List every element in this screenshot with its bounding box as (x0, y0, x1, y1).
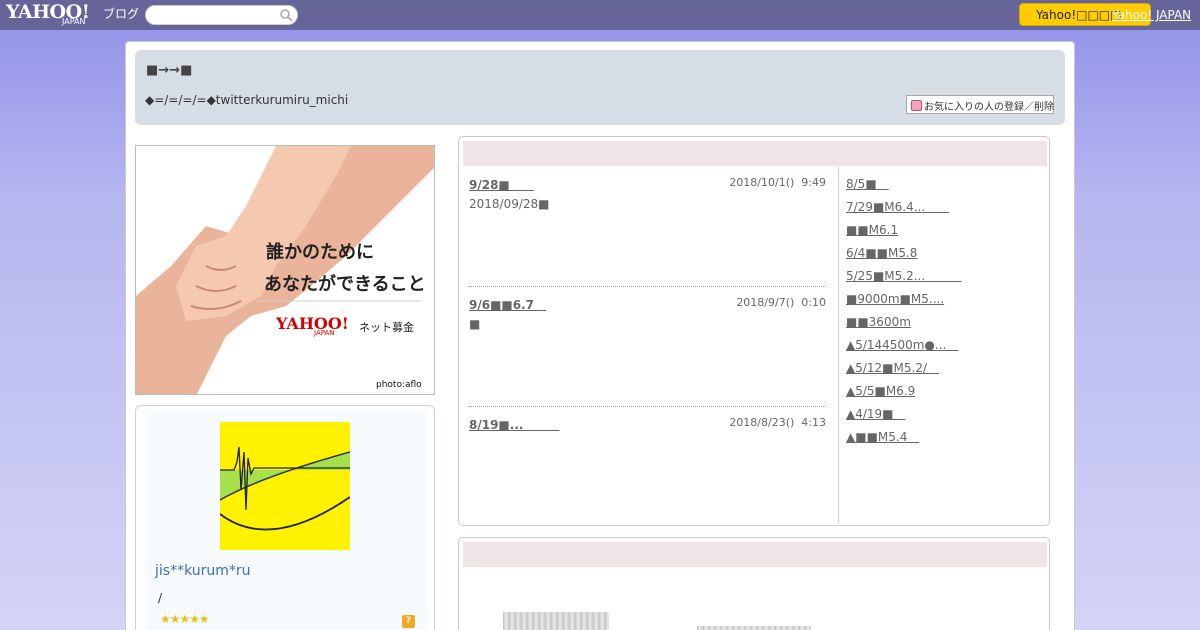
top-header: YAHOO! JAPAN ブログ Yahoo!□□□□ Yahoo! JAPAN (0, 0, 1200, 30)
help-icon[interactable]: ? (402, 615, 415, 628)
list-item: 9/28■ 2018/10/1() 9:49 2018/09/28■ (469, 167, 826, 285)
blog-banner: ■→→■ ◆=/=/=/=◆twitterkurumiru_michi お気に入… (135, 50, 1065, 125)
article-list: 9/28■ 2018/10/1() 9:49 2018/09/28■ 9/6■■… (459, 167, 839, 523)
recent-articles: 8/5■ 7/29■M6.4... ■■M6.1 6/4■■M5.8 5/25■… (846, 177, 1046, 453)
search-input[interactable] (145, 5, 298, 25)
article-date: 2018/10/1() 9:49 (729, 176, 826, 189)
gallery-thumbnail[interactable] (697, 626, 811, 630)
recent-article-link[interactable]: 6/4■■M5.8 (846, 246, 1046, 269)
ad-headline-2: あなたができること (264, 274, 426, 295)
gallery-thumbnail[interactable] (503, 612, 609, 630)
profile-box: jis**kurum*ru / ★★★★★ ? (135, 405, 435, 630)
recent-article-link[interactable]: 5/25■M5.2... (846, 269, 1046, 292)
article-title[interactable]: 9/6■■6.7 (469, 296, 546, 313)
recent-article-link[interactable]: 8/5■ (846, 177, 1046, 200)
articles-section: 9/28■ 2018/10/1() 9:49 2018/09/28■ 9/6■■… (458, 136, 1050, 526)
list-item: 9/6■■6.7 2018/9/7() 0:10 ■ (469, 286, 826, 404)
rating-stars-icon: ★★★★★ (160, 612, 210, 626)
profile-name[interactable]: jis**kurum*ru (155, 563, 251, 579)
ad-yahoo-logo-sub: JAPAN (314, 329, 335, 337)
ad-yahoo-logo: YAHOO! (276, 314, 349, 333)
section-header (463, 141, 1047, 166)
ad-photo-credit: photo:aflo (376, 380, 422, 390)
ad-headline-1: 誰かのために (266, 242, 374, 263)
blog-title[interactable]: ■→→■ (146, 63, 192, 78)
heart-icon (911, 100, 922, 111)
recent-article-link[interactable]: ▲5/5■M6.9 (846, 384, 1046, 407)
recent-article-link[interactable]: ▲5/144500m●... (846, 338, 1046, 361)
recent-article-link[interactable]: ▲5/12■M5.2/ (846, 361, 1046, 384)
section-header (463, 542, 1047, 567)
blog-label[interactable]: ブログ (103, 5, 139, 22)
article-title[interactable]: 9/28■ (469, 176, 534, 193)
yahoo-japan-link[interactable]: Yahoo! JAPAN (1112, 8, 1191, 22)
search-icon[interactable] (279, 8, 293, 22)
article-body: ■ (469, 317, 481, 331)
article-date: 2018/8/23() 4:13 (729, 416, 826, 429)
gallery-section (458, 537, 1050, 630)
recent-article-link[interactable]: ■■M6.1 (846, 223, 1046, 246)
profile-inner: jis**kurum*ru / ★★★★★ ? (145, 410, 427, 630)
blog-container: ■→→■ ◆=/=/=/=◆twitterkurumiru_michi お気に入… (125, 41, 1075, 630)
article-date: 2018/9/7() 0:10 (736, 296, 826, 309)
article-body: 2018/09/28■ (469, 197, 550, 211)
recent-article-link[interactable]: 7/29■M6.4... (846, 200, 1046, 223)
recent-article-link[interactable]: ▲4/19■ (846, 407, 1046, 430)
ad-banner[interactable]: 誰かのために あなたができること YAHOO! JAPAN ネット募金 phot… (135, 145, 435, 395)
recent-article-link[interactable]: ■■3600m (846, 315, 1046, 338)
ad-service-name: ネット募金 (359, 321, 414, 334)
recent-article-link[interactable]: ▲■■M5.4 (846, 430, 1046, 453)
avatar[interactable] (220, 422, 350, 550)
profile-note: / (158, 591, 163, 605)
favorite-register-button[interactable]: お気に入りの人の登録／削除 (906, 95, 1054, 114)
favorite-register-label: お気に入りの人の登録／削除 (924, 102, 1054, 113)
blog-description: ◆=/=/=/=◆twitterkurumiru_michi (145, 93, 349, 107)
article-title[interactable]: 8/19■... (469, 416, 559, 433)
list-item: 8/19■... 2018/8/23() 4:13 (469, 406, 826, 524)
yahoo-logo-sub: JAPAN (62, 17, 86, 26)
recent-article-link[interactable]: ■9000m■M5.... (846, 292, 1046, 315)
